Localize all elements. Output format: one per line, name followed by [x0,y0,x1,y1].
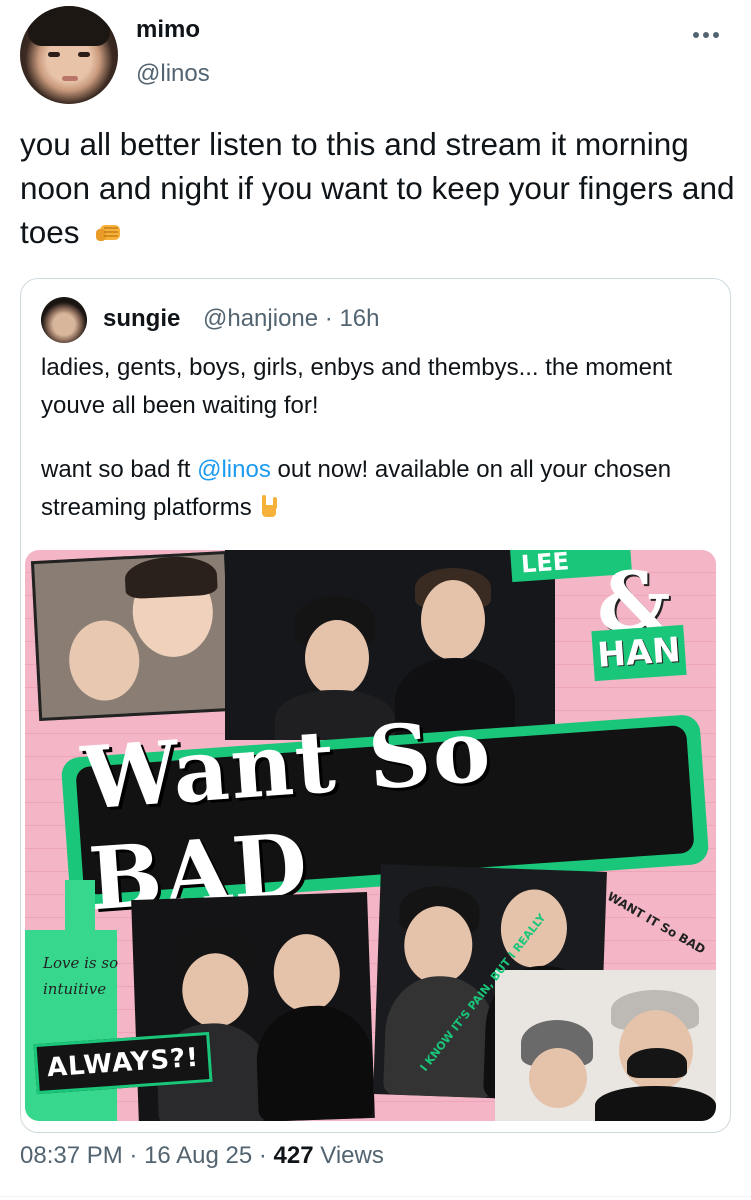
separator: · [258,1142,274,1169]
love-text: Love is so intuitive [43,954,119,998]
tweet: mimo @linos you all better listen to thi… [0,0,751,1200]
divider [0,1196,751,1197]
quoted-author-name[interactable]: sungie [103,305,180,333]
tweet-text: you all better listen to this and stream… [20,122,735,254]
ellipsis-icon[interactable] [693,30,719,40]
author-display-name[interactable]: mimo [136,16,200,44]
tweet-metadata: 08:37 PM · 16 Aug 25 · 427 Views [20,1142,384,1170]
photo-top-left [30,550,236,722]
photo-bottom-right [495,970,716,1121]
views-count: 427 [273,1142,314,1169]
quoted-handle-time: @hanjione · 16h [203,305,380,332]
poster-han-label: HAN [591,624,687,682]
quoted-tweet[interactable]: sungie @hanjione · 16h ladies, gents, bo… [20,278,731,1133]
tweet-time[interactable]: 08:37 PM [20,1142,123,1169]
quoted-paragraph-2: want so bad ft @linos out now! available… [41,451,721,527]
tweet-date[interactable]: 16 Aug 25 [144,1142,252,1169]
sign-of-the-horns-icon [261,495,277,517]
media-image[interactable]: LEE & HAN Want So BAD Love is so intuiti… [25,550,716,1121]
author-handle[interactable]: @linos [136,60,210,88]
want-it-text: WANT IT So BAD [604,889,708,957]
tweet-body: you all better listen to this and stream… [20,126,735,250]
author-avatar[interactable] [20,6,118,104]
mention-link[interactable]: @linos [197,456,271,483]
views-label: Views [320,1142,384,1169]
quoted-paragraph-1: ladies, gents, boys, girls, enbys and th… [41,354,672,419]
quoted-text-part: want so bad ft [41,456,198,483]
separator: · [129,1142,145,1169]
oncoming-fist-icon [96,225,121,241]
quoted-author-avatar[interactable] [41,297,87,343]
photo-bottom-left [131,891,375,1121]
quoted-text: ladies, gents, boys, girls, enbys and th… [41,349,721,553]
